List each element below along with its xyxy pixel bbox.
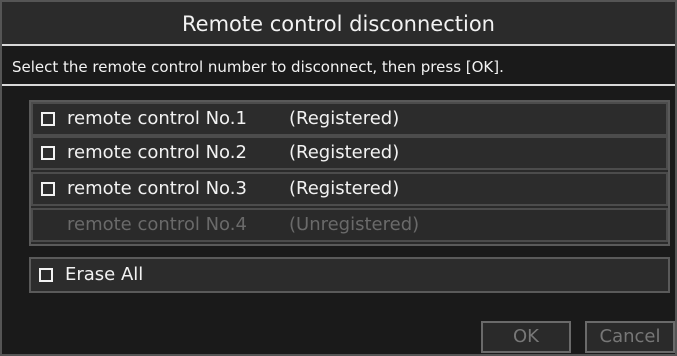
remote-label: remote control No.3 <box>67 178 247 199</box>
remote-row-1[interactable]: remote control No.1 (Registered) <box>31 102 668 136</box>
checkbox-icon[interactable] <box>41 146 55 160</box>
ok-button[interactable]: OK <box>481 321 571 353</box>
remote-label: remote control No.2 <box>67 142 247 163</box>
checkbox-icon[interactable] <box>39 268 53 282</box>
remote-row-3[interactable]: remote control No.3 (Registered) <box>31 172 668 206</box>
dialog-instruction: Select the remote control number to disc… <box>2 48 675 86</box>
remote-status: (Registered) <box>289 142 400 163</box>
remote-row-2[interactable]: remote control No.2 (Registered) <box>31 136 668 170</box>
remote-row-4: remote control No.4 (Unregistered) <box>31 208 668 242</box>
remote-disconnect-dialog: Remote control disconnection Select the … <box>0 0 677 356</box>
remote-status: (Unregistered) <box>289 214 420 235</box>
remote-label: remote control No.4 <box>67 214 247 235</box>
remote-label: remote control No.1 <box>67 108 247 129</box>
cancel-button[interactable]: Cancel <box>585 321 675 353</box>
erase-all-row[interactable]: Erase All <box>29 257 670 293</box>
erase-all-label: Erase All <box>65 264 144 285</box>
remote-list: remote control No.1 (Registered) remote … <box>29 100 670 246</box>
dialog-title: Remote control disconnection <box>2 2 675 46</box>
checkbox-icon[interactable] <box>41 182 55 196</box>
remote-status: (Registered) <box>289 178 400 199</box>
remote-status: (Registered) <box>289 108 400 129</box>
checkbox-icon[interactable] <box>41 112 55 126</box>
